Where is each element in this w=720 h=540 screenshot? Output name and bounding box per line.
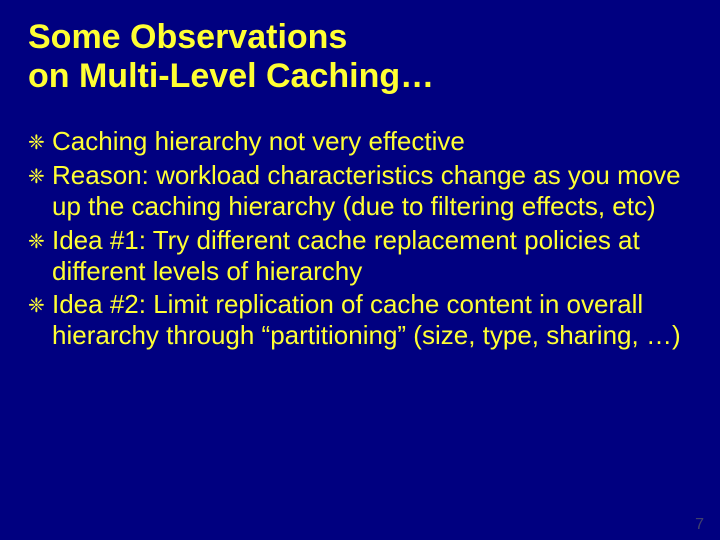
bullet-icon: ❈ <box>28 160 52 192</box>
bullet-icon: ❈ <box>28 289 52 321</box>
bullet-icon: ❈ <box>28 225 52 257</box>
list-item-text: Idea #2: Limit replication of cache cont… <box>52 289 692 351</box>
list-item-text: Caching hierarchy not very effective <box>52 126 692 157</box>
list-item: ❈ Idea #2: Limit replication of cache co… <box>28 289 692 351</box>
slide: Some Observations on Multi-Level Caching… <box>0 0 720 540</box>
list-item-text: Reason: workload characteristics change … <box>52 160 692 222</box>
title-line-2: on Multi-Level Caching… <box>28 57 434 95</box>
list-item-text: Idea #1: Try different cache replacement… <box>52 225 692 287</box>
list-item: ❈ Reason: workload characteristics chang… <box>28 160 692 222</box>
list-item: ❈ Caching hierarchy not very effective <box>28 126 692 158</box>
page-number: 7 <box>695 516 704 534</box>
slide-title: Some Observations on Multi-Level Caching… <box>28 18 692 96</box>
list-item: ❈ Idea #1: Try different cache replaceme… <box>28 225 692 287</box>
bullet-icon: ❈ <box>28 126 52 158</box>
slide-body: ❈ Caching hierarchy not very effective ❈… <box>28 126 692 351</box>
title-line-1: Some Observations <box>28 18 347 56</box>
